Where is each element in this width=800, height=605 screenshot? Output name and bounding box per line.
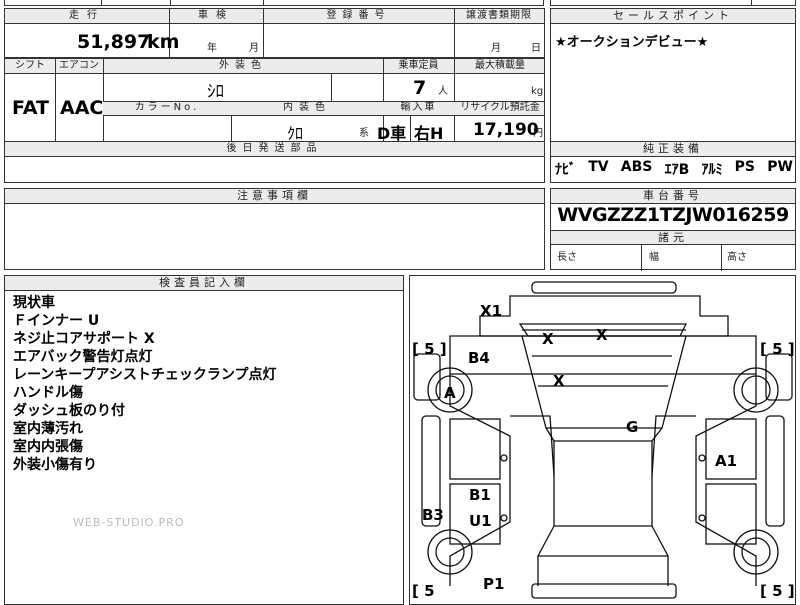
equipment-block: 純正装備 ﾅﾋﾞ TV ABS ｴｱB ｱﾙﾐ PS PW (550, 141, 796, 183)
mileage-unit: km (147, 31, 180, 53)
sales-point-text: ★オークションデビュー★ (555, 35, 709, 50)
equipment-item: ABS (620, 159, 653, 175)
damage-mark: G (626, 418, 639, 436)
inspector-line: 室内内張傷 (13, 439, 83, 455)
equipment-item: TV (588, 159, 609, 175)
capacity-value: 7 (413, 77, 427, 99)
shift-value: FAT (12, 97, 49, 119)
shift-label: シフト (15, 60, 45, 71)
year-label: 年 (207, 43, 217, 54)
sales-point-label: セールスポイント (551, 9, 795, 24)
tire-score-rear-right: [ 5 ] (760, 582, 795, 600)
equipment-item: ｱﾙﾐ (701, 162, 723, 178)
damage-mark: A (444, 384, 456, 402)
damage-mark: A1 (715, 452, 738, 470)
color-no-label: カラーNo. (134, 102, 200, 113)
tire-score-front-right: [ 5 ] (760, 340, 795, 358)
top-strip-right (550, 0, 796, 6)
equipment-list: ﾅﾋﾞ TV ABS ｴｱB ｱﾙﾐ PS PW (555, 159, 793, 179)
inspector-block: 検査員記入欄 現状車 Ｆインナー U ネジ止コアサポート X エアバック警告灯点… (4, 275, 404, 605)
tire-score-rear-left: [ 5 (412, 582, 435, 600)
inspector-line: ネジ止コアサポート X (13, 331, 155, 347)
aircon-label: エアコン (59, 60, 99, 71)
inspector-line: 現状車 (13, 295, 55, 311)
aircon-value: AAC (60, 97, 104, 119)
mileage-value: 51,897 (77, 31, 151, 53)
inspector-line: エアバック警告灯点灯 (13, 349, 153, 365)
inspector-line: 外装小傷有り (13, 457, 97, 473)
damage-mark: B4 (468, 349, 490, 367)
sales-point-block: セールスポイント ★オークションデビュー★ (550, 8, 796, 142)
notes-label: 注意事項欄 (5, 189, 544, 204)
transfer-month-label: 月 (491, 43, 501, 54)
inspector-label: 検査員記入欄 (5, 276, 403, 291)
equipment-item: ｴｱB (664, 162, 690, 178)
exterior-value: ｼﾛ (207, 82, 224, 102)
inspection-label: 車検 (198, 10, 234, 21)
damage-mark: B3 (422, 506, 444, 524)
recycle-label: リサイクル預託金 (460, 102, 540, 113)
damage-mark: P1 (483, 575, 505, 593)
mileage-label: 走行 (69, 10, 105, 21)
damage-mark: B1 (469, 486, 491, 504)
later-parts-block: 後日発送部品 (4, 141, 545, 183)
recycle-unit: 円 (533, 128, 543, 139)
dimensions-label: 諸元 (551, 230, 795, 245)
equipment-label: 純正装備 (551, 142, 795, 157)
transfer-label: 譲渡書類期限 (466, 10, 532, 21)
damage-mark: X (553, 372, 565, 390)
chassis-block: 車台番号 WVGZZZ1TZJW016259 諸元 長さ 幅 高さ (550, 188, 796, 271)
dim-width: 幅 (649, 252, 659, 263)
top-strip (4, 0, 544, 6)
notes-block: 注意事項欄 (4, 188, 545, 270)
damage-mark: X (542, 330, 554, 348)
tire-score-front-left: [ 5 ] (412, 340, 447, 358)
inspector-line: 室内薄汚れ (13, 421, 83, 437)
dim-length: 長さ (557, 252, 577, 263)
damage-mark: X1 (480, 302, 503, 320)
watermark: WEB-STUDIO.PRO (73, 516, 185, 529)
load-unit: kg (531, 86, 544, 97)
chassis-value: WVGZZZ1TZJW016259 (557, 204, 789, 226)
equipment-item: PW (767, 159, 793, 175)
inspector-line: ハンドル傷 (13, 385, 83, 401)
capacity-label: 乗車定員 (398, 60, 439, 71)
load-label: 最大積載量 (475, 60, 525, 71)
recycle-value: 17,190 (473, 120, 539, 140)
month-label: 月 (249, 43, 259, 54)
equipment-item: ﾅﾋﾞ (555, 162, 576, 178)
car-diagram: X1 X X X B4 A G A1 B1 B3 U1 P1 [ 5 ] [ 5… (409, 275, 796, 605)
transfer-day-label: 日 (531, 43, 541, 54)
row-1: 走行 車検 登録番号 譲渡書類期限 51,897 km 年 月 月 日 (4, 8, 545, 58)
inspector-line: Ｆインナー U (13, 313, 100, 329)
registration-label: 登録番号 (326, 10, 391, 21)
specs-block: シフト エアコン 外装色 乗車定員 最大積載量 FAT AAC ｼﾛ 7 人 k… (4, 58, 545, 143)
capacity-unit: 人 (438, 86, 448, 97)
later-parts-label: 後日発送部品 (226, 143, 323, 154)
equipment-item: PS (734, 159, 756, 175)
damage-mark: U1 (469, 512, 492, 530)
exterior-label: 外装色 (219, 60, 267, 71)
interior-suffix: 系 (359, 128, 369, 139)
interior-label: 内装色 (283, 102, 331, 113)
chassis-label: 車台番号 (551, 189, 795, 204)
import-label: 輸入車 (400, 102, 437, 113)
inspector-line: レーンキープアシストチェックランプ点灯 (13, 367, 277, 383)
damage-mark: X (596, 326, 608, 344)
dim-height: 高さ (727, 252, 747, 263)
inspector-line: ダッシュ板のり付 (13, 403, 125, 419)
